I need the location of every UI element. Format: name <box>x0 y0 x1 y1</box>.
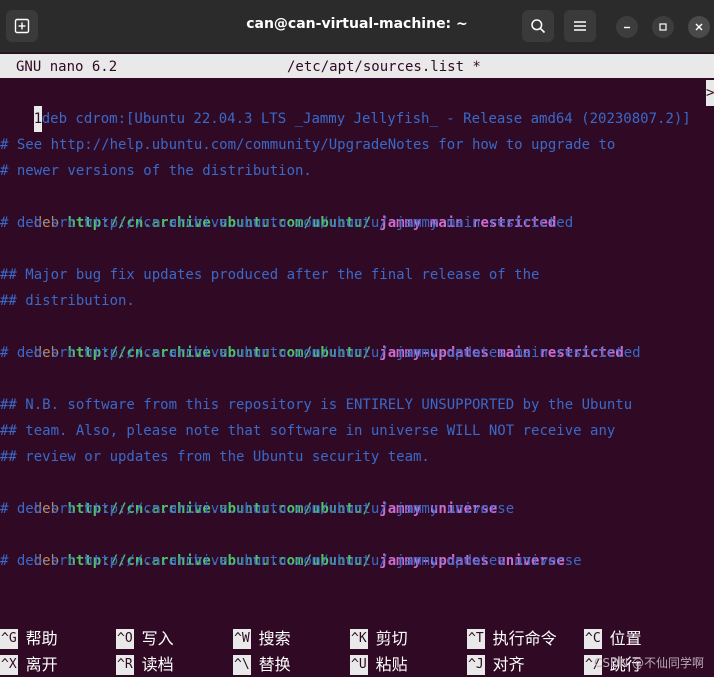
text-cursor: 1 <box>33 106 42 132</box>
shortcut-key: ^K <box>350 628 368 649</box>
shortcut-label: 读档 <box>141 654 174 674</box>
editor-comment-line: # deb-src http://cn.archive.ubuntu.com/u… <box>0 553 582 569</box>
shortcut-key: ^C <box>584 628 602 649</box>
menu-icon <box>574 21 586 31</box>
menu-button[interactable] <box>564 10 596 42</box>
shortcut-exit[interactable]: ^X 离开 <box>0 651 58 677</box>
editor-comment-line: # deb-src http://cn.archive.ubuntu.com/u… <box>0 345 641 361</box>
close-icon <box>695 23 703 31</box>
editor-comment-line: ## N.B. software from this repository is… <box>0 397 633 413</box>
shortcut-key: ^R <box>116 654 134 675</box>
watermark: CSDN @不仙同学啊 <box>593 656 704 670</box>
editor-comment-line: # deb-src http://cn.archive.ubuntu.com/u… <box>0 501 515 517</box>
shortcut-label: 写入 <box>141 628 174 648</box>
editor-comment-line: ## team. Also, please note that software… <box>0 423 616 439</box>
editor-comment-line: ## distribution. <box>0 293 135 309</box>
editor-comment-line: # deb-src http://cn.archive.ubuntu.com/u… <box>0 215 574 231</box>
shortcut-read-file[interactable]: ^R 读档 <box>116 651 174 677</box>
search-icon <box>531 19 546 34</box>
search-button[interactable] <box>522 10 554 42</box>
shortcut-key: ^\ <box>233 654 251 675</box>
shortcut-help[interactable]: ^G 帮助 <box>0 625 58 651</box>
shortcut-cut[interactable]: ^K 剪切 <box>350 625 408 651</box>
shortcut-label: 搜索 <box>258 628 291 648</box>
editor-comment-line: # See http://help.ubuntu.com/community/U… <box>0 137 616 153</box>
shortcut-key: ^X <box>0 654 18 675</box>
shortcut-location[interactable]: ^C 位置 <box>584 625 642 651</box>
shortcut-search[interactable]: ^W 搜索 <box>233 625 291 651</box>
shortcut-replace[interactable]: ^\ 替换 <box>233 651 291 677</box>
maximize-button[interactable] <box>652 16 674 38</box>
shortcut-label: 剪切 <box>375 628 408 648</box>
shortcut-label: 离开 <box>25 654 58 674</box>
shortcut-key: ^J <box>467 654 485 675</box>
shortcut-label: 位置 <box>609 628 642 648</box>
window-titlebar: can@can-virtual-machine: ~ <box>0 0 714 53</box>
shortcut-label: 对齐 <box>492 654 525 674</box>
editor-comment-line: # newer versions of the distribution. <box>0 163 312 179</box>
shortcut-key: ^W <box>233 628 251 649</box>
nano-filename: /etc/apt/sources.list * <box>287 59 481 75</box>
shortcut-paste[interactable]: ^U 粘贴 <box>350 651 408 677</box>
shortcut-label: 替换 <box>258 654 291 674</box>
minimize-button[interactable] <box>616 16 638 38</box>
editor-comment-line: ## review or updates from the Ubuntu sec… <box>0 449 430 465</box>
shortcut-key: ^T <box>467 628 485 649</box>
editor-line-1: 1deb cdrom:[Ubuntu 22.04.3 LTS _Jammy Je… <box>0 80 714 132</box>
shortcut-label: 执行命令 <box>492 628 557 648</box>
editor-comment-line: ## Major bug fix updates produced after … <box>0 267 540 283</box>
minimize-icon <box>624 26 630 29</box>
repo-line: deb http://cn.archive.ubuntu.com/ubuntu/… <box>0 522 565 569</box>
shortcut-label: 粘贴 <box>375 654 408 674</box>
maximize-icon <box>659 23 667 31</box>
shortcut-key: ^G <box>0 628 18 649</box>
shortcut-justify[interactable]: ^J 对齐 <box>467 651 525 677</box>
shortcut-execute[interactable]: ^T 执行命令 <box>467 625 557 651</box>
editor-area[interactable]: 1deb cdrom:[Ubuntu 22.04.3 LTS _Jammy Je… <box>0 80 714 620</box>
window-title: can@can-virtual-machine: ~ <box>246 16 468 32</box>
line-text: deb cdrom:[Ubuntu 22.04.3 LTS _Jammy Jel… <box>41 111 691 127</box>
shortcut-key: ^U <box>350 654 368 675</box>
shortcut-write[interactable]: ^O 写入 <box>116 625 174 651</box>
shortcut-key: ^O <box>116 628 134 649</box>
repo-line: deb http://cn.archive.ubuntu.com/ubuntu/… <box>0 470 498 517</box>
repo-line: deb http://cn.archive.ubuntu.com/ubuntu/… <box>0 314 624 361</box>
close-button[interactable] <box>688 16 710 38</box>
nano-version: GNU nano 6.2 <box>16 59 118 75</box>
repo-line: deb http://cn.archive.ubuntu.com/ubuntu/… <box>0 184 557 231</box>
nano-header: GNU nano 6.2 /etc/apt/sources.list * <box>0 54 714 78</box>
shortcut-label: 帮助 <box>25 628 58 648</box>
line-overflow-marker: > <box>706 80 714 106</box>
